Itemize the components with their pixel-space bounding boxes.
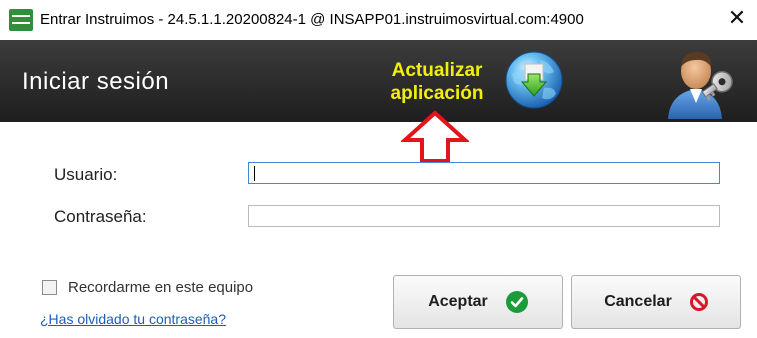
remember-me-checkbox[interactable] — [42, 280, 57, 295]
update-label-line1: Actualizar — [391, 60, 483, 81]
remember-me-row[interactable]: Recordarme en este equipo — [42, 279, 253, 296]
window-titlebar: Entrar Instruimos - 24.5.1.1.20200824-1 … — [0, 0, 757, 40]
text-cursor — [254, 166, 255, 181]
login-header: Iniciar sesión Actualizar aplicación — [0, 40, 757, 122]
red-up-arrow-icon — [401, 110, 469, 163]
username-label: Usuario: — [54, 165, 118, 184]
no-entry-icon — [689, 293, 708, 311]
accept-button[interactable]: Aceptar — [393, 275, 563, 329]
globe-download-icon[interactable] — [504, 50, 564, 110]
user-key-icon — [668, 51, 733, 119]
window-title: Entrar Instruimos - 24.5.1.1.20200824-1 … — [40, 11, 584, 28]
cancel-button[interactable]: Cancelar — [571, 275, 741, 329]
forgot-password-link[interactable]: ¿Has olvidado tu contraseña? — [40, 311, 226, 327]
instruimos-logo-icon — [9, 9, 33, 31]
password-input[interactable] — [248, 205, 720, 227]
cancel-button-label: Cancelar — [604, 293, 672, 310]
page-title: Iniciar sesión — [22, 68, 170, 95]
close-button[interactable]: ✕ — [725, 6, 749, 32]
remember-me-label: Recordarme en este equipo — [68, 279, 254, 296]
password-label: Contraseña: — [54, 207, 147, 226]
update-label-line2: aplicación — [390, 83, 484, 104]
accept-button-label: Aceptar — [428, 293, 488, 310]
username-input[interactable] — [248, 162, 720, 184]
check-circle-icon — [505, 291, 528, 313]
update-app-label[interactable]: Actualizar aplicación — [372, 59, 502, 105]
